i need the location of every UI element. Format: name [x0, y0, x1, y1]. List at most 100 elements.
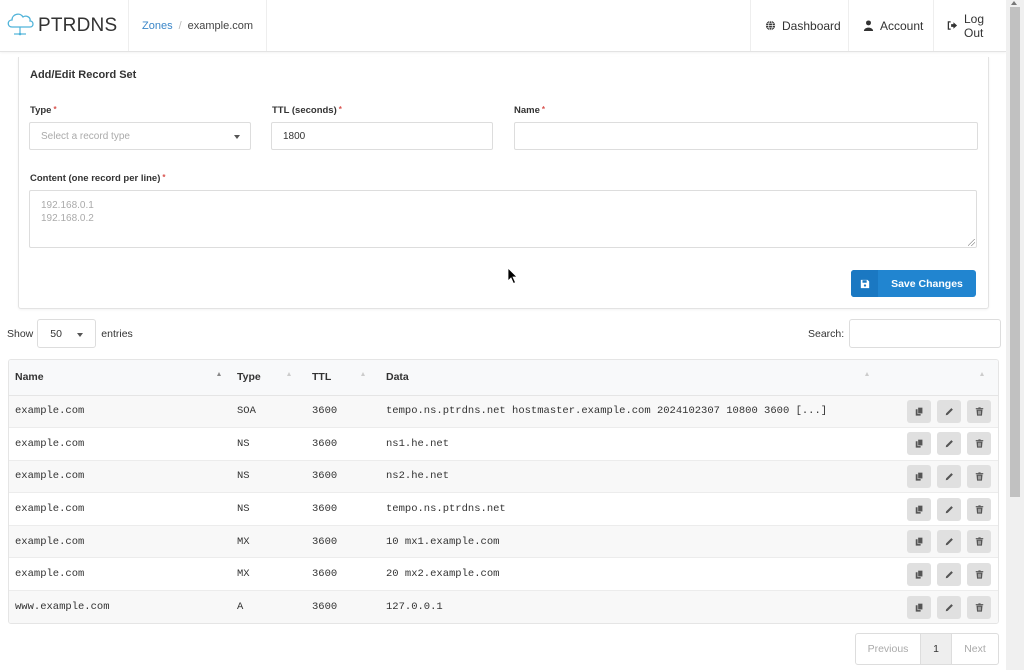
copy-record-button[interactable] [907, 595, 931, 619]
cell-data: ns1.he.net [380, 427, 870, 461]
edit-record-button[interactable] [937, 562, 961, 586]
breadcrumb: Zones / example.com [129, 0, 268, 51]
delete-record-button[interactable] [967, 562, 991, 586]
cell-actions [870, 427, 998, 461]
column-header-type[interactable]: Type [231, 360, 306, 396]
cell-data: 127.0.0.1 [380, 590, 870, 624]
delete-record-button[interactable] [967, 530, 991, 554]
pencil-icon [945, 439, 954, 448]
trash-icon [975, 439, 984, 449]
type-label: Type * [30, 105, 57, 116]
copy-icon [915, 569, 924, 579]
ttl-input[interactable]: 1800 [271, 122, 493, 150]
breadcrumb-current: example.com [187, 19, 254, 32]
copy-record-button[interactable] [907, 530, 931, 554]
cell-actions [870, 460, 998, 494]
edit-record-button[interactable] [937, 595, 961, 619]
delete-record-button[interactable] [967, 464, 991, 488]
copy-record-button[interactable] [907, 399, 931, 423]
trash-icon [975, 504, 984, 514]
page-length-select[interactable]: 50 [37, 319, 97, 348]
trash-icon [975, 537, 984, 546]
edit-record-button[interactable] [937, 399, 961, 423]
nav-logout-label: Log Out [964, 11, 985, 40]
scroll-up-arrow-icon[interactable] [1011, 1, 1017, 5]
cell-type: NS [231, 460, 306, 494]
cell-name: example.com [9, 525, 231, 559]
cell-data: 10 mx1.example.com [380, 525, 870, 559]
scrollbar-thumb[interactable] [1010, 7, 1020, 497]
cell-data: 20 mx2.example.com [380, 557, 870, 592]
trash-icon [975, 602, 984, 612]
search-input[interactable] [849, 319, 1002, 348]
delete-record-button[interactable] [967, 432, 991, 456]
nav-account[interactable]: Account [848, 0, 933, 51]
cell-type: NS [231, 492, 306, 526]
cell-actions [870, 395, 998, 429]
name-input[interactable] [514, 122, 978, 150]
sort-icon [980, 372, 984, 376]
trash-icon [975, 570, 984, 579]
pagination-next[interactable]: Next [952, 634, 998, 664]
floppy-disk-icon [851, 270, 878, 297]
resize-handle[interactable] [968, 239, 975, 246]
form-title: Add/Edit Record Set [30, 69, 137, 81]
cell-type: MX [231, 557, 306, 592]
nav-dashboard[interactable]: Dashboard [750, 0, 848, 51]
page-scrollbar[interactable] [1006, 0, 1024, 670]
edit-record-button[interactable] [937, 530, 961, 554]
search-label: Search: [808, 327, 845, 340]
column-header-actions[interactable] [870, 360, 998, 396]
copy-record-button[interactable] [907, 497, 931, 521]
column-header-data[interactable]: Data [380, 360, 870, 396]
sort-icon [287, 372, 291, 376]
sort-asc-icon [217, 372, 221, 376]
delete-record-button[interactable] [967, 399, 991, 423]
edit-record-button[interactable] [937, 497, 961, 521]
trash-icon [975, 472, 984, 481]
copy-icon [915, 537, 924, 546]
content-placeholder-line: 192.168.0.1 [41, 200, 94, 211]
cell-ttl: 3600 [306, 427, 380, 461]
cell-name: example.com [9, 492, 231, 526]
copy-record-button[interactable] [907, 464, 931, 488]
column-header-ttl[interactable]: TTL [306, 360, 380, 396]
show-label: Show [7, 327, 34, 340]
save-changes-button[interactable]: Save Changes [851, 270, 976, 297]
chevron-down-icon [77, 333, 84, 337]
table-row: example.com NS 3600 ns2.he.net [9, 460, 998, 494]
type-select[interactable]: Select a record type [29, 122, 251, 150]
cell-name: example.com [9, 395, 231, 429]
delete-record-button[interactable] [967, 595, 991, 619]
breadcrumb-zones-link[interactable]: Zones [142, 20, 173, 32]
sign-out-icon [947, 20, 958, 31]
pencil-icon [945, 472, 954, 481]
cloud-logo-icon [5, 10, 38, 41]
cell-ttl: 3600 [306, 460, 380, 494]
cell-type: SOA [231, 395, 306, 429]
ttl-label: TTL (seconds) * [272, 105, 342, 116]
column-header-name[interactable]: Name [9, 360, 231, 396]
cell-data: tempo.ns.ptrdns.net hostmaster.example.c… [380, 395, 870, 429]
pagination-previous[interactable]: Previous [856, 634, 920, 664]
edit-record-button[interactable] [937, 464, 961, 488]
edit-record-button[interactable] [937, 432, 961, 456]
table-row: example.com MX 3600 10 mx1.example.com [9, 525, 998, 559]
copy-record-button[interactable] [907, 432, 931, 456]
pagination-page-1[interactable]: 1 [920, 634, 952, 664]
brand[interactable]: PTRDNS [0, 0, 129, 51]
copy-record-button[interactable] [907, 562, 931, 586]
content-textarea[interactable]: 192.168.0.1 192.168.0.2 [29, 190, 977, 248]
nav-logout[interactable]: Log Out [933, 0, 1006, 51]
pencil-icon [945, 603, 954, 612]
globe-icon [765, 20, 776, 31]
table-header-row: Name Type TTL Data [9, 360, 998, 396]
delete-record-button[interactable] [967, 497, 991, 521]
cell-actions [870, 525, 998, 559]
cell-data: tempo.ns.ptrdns.net [380, 492, 870, 526]
table-search-control: Search: [808, 319, 1002, 348]
breadcrumb-separator: / [178, 19, 182, 32]
cell-data: ns2.he.net [380, 460, 870, 494]
cell-ttl: 3600 [306, 525, 380, 559]
pencil-icon [945, 570, 954, 579]
